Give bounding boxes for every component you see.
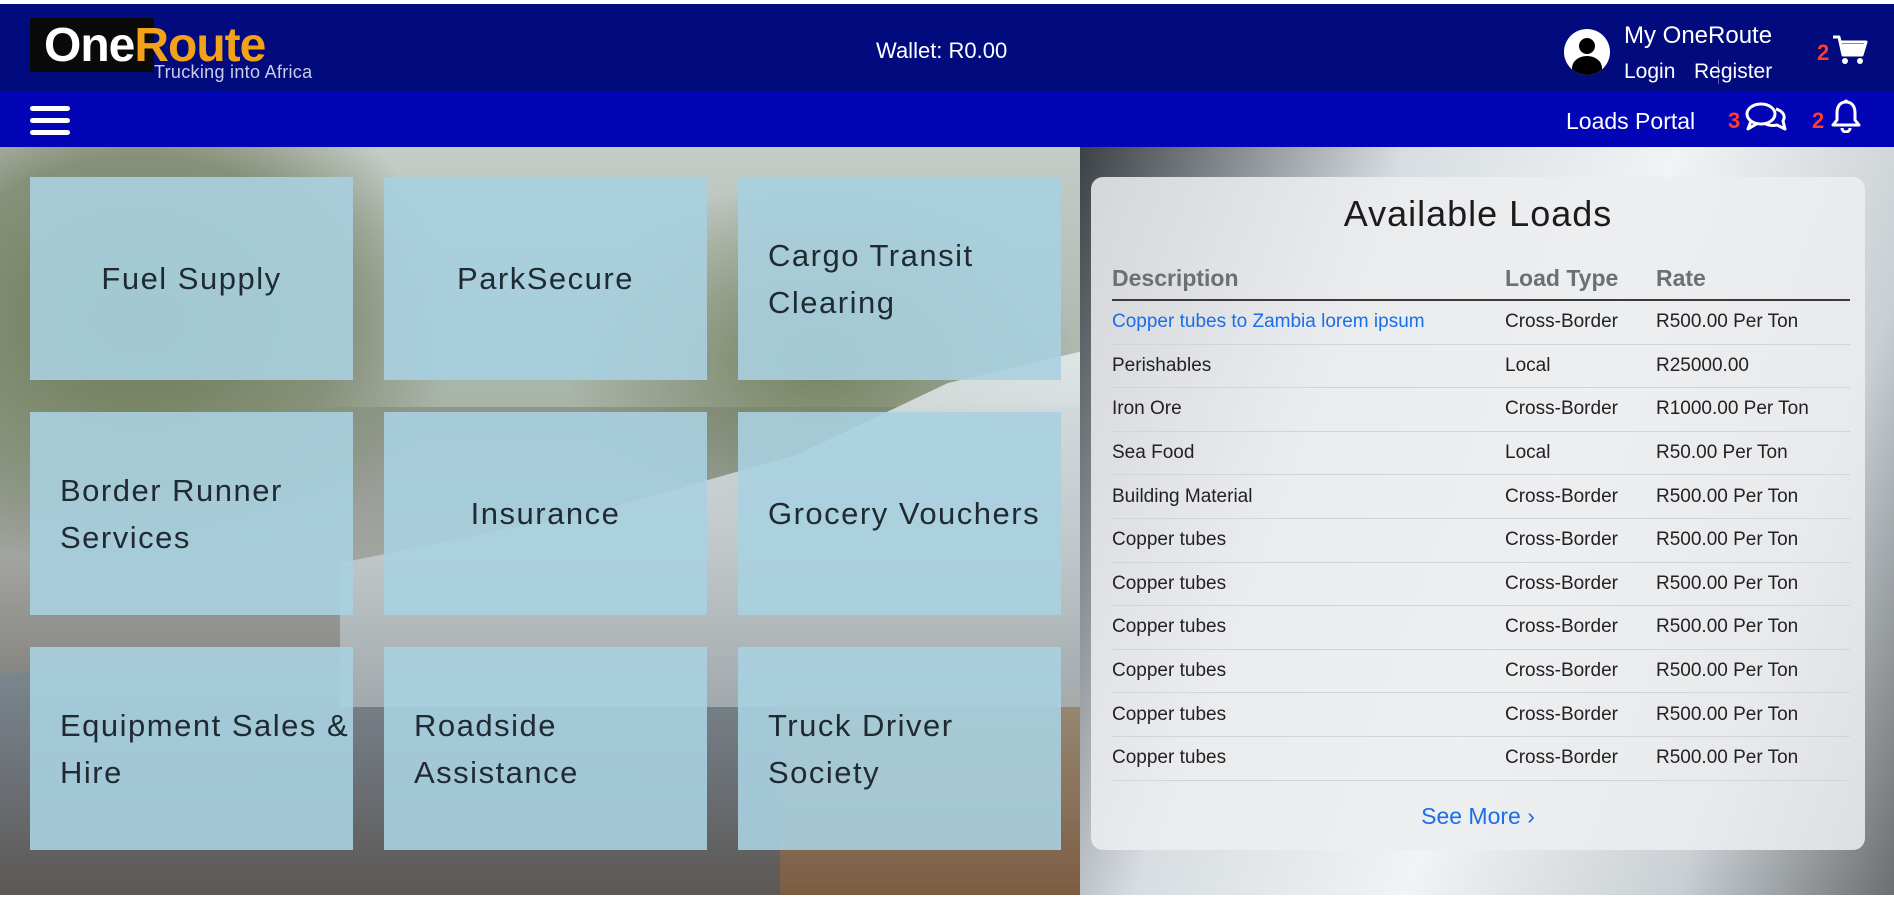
table-row[interactable]: Copper tubes Cross-Border R500.00 Per To… [1112, 736, 1850, 781]
notifications-count-badge: 2 [1812, 108, 1825, 133]
load-rate-cell: R50.00 Per Ton [1656, 431, 1850, 476]
column-header-description: Description [1112, 257, 1505, 301]
load-type-cell: Cross-Border [1505, 300, 1656, 345]
load-rate-cell: R500.00 Per Ton [1656, 474, 1850, 519]
table-row[interactable]: Building Material Cross-Border R500.00 P… [1112, 474, 1850, 519]
load-type-cell: Cross-Border [1505, 605, 1656, 650]
tile-insurance[interactable]: Insurance [384, 412, 707, 615]
load-rate-cell: R500.00 Per Ton [1656, 562, 1850, 607]
load-description-cell: Building Material [1112, 474, 1505, 519]
table-row[interactable]: Copper tubes Cross-Border R500.00 Per To… [1112, 649, 1850, 694]
load-rate-cell: R500.00 Per Ton [1656, 605, 1850, 650]
table-row[interactable]: Perishables Local R25000.00 [1112, 344, 1850, 389]
load-description-cell: Copper tubes [1112, 692, 1505, 737]
load-description-cell[interactable]: Copper tubes to Zambia lorem ipsum [1112, 300, 1505, 345]
load-type-cell: Cross-Border [1505, 736, 1656, 781]
available-loads-title: Available Loads [1343, 193, 1613, 234]
load-description-cell: Copper tubes [1112, 605, 1505, 650]
load-rate-cell: R500.00 Per Ton [1656, 300, 1850, 345]
bell-icon[interactable] [1831, 99, 1861, 133]
tile-parksecure[interactable]: ParkSecure [384, 177, 707, 380]
table-row[interactable]: Sea Food Local R50.00 Per Ton [1112, 431, 1850, 476]
my-oneroute-link[interactable]: My OneRoute [1624, 22, 1772, 50]
tile-fuel-supply[interactable]: Fuel Supply [30, 177, 353, 380]
table-row[interactable]: Copper tubes Cross-Border R500.00 Per To… [1112, 562, 1850, 607]
load-description-cell: Iron Ore [1112, 387, 1505, 432]
load-type-cell: Cross-Border [1505, 692, 1656, 737]
load-rate-cell: R500.00 Per Ton [1656, 518, 1850, 563]
load-description-cell: Copper tubes [1112, 562, 1505, 607]
nav-bar: Loads Portal 3 2 [0, 92, 1894, 147]
load-description-cell: Copper tubes [1112, 518, 1505, 563]
logo-one-text: One [44, 19, 135, 72]
tile-cargo-transit-clearing[interactable]: Cargo Transit Clearing [738, 177, 1061, 380]
chat-icon[interactable] [1745, 100, 1787, 136]
oneroute-logo[interactable]: OneRoute Trucking into Africa [30, 18, 330, 82]
wallet-balance: Wallet: R0.00 [876, 38, 1008, 63]
column-header-rate: Rate [1656, 257, 1850, 301]
tile-truck-driver-society[interactable]: Truck Driver Society [738, 647, 1061, 850]
loads-table: Description Load Type Rate Copper tubes … [1112, 257, 1850, 781]
table-row[interactable]: Copper tubes Cross-Border R500.00 Per To… [1112, 692, 1850, 737]
cart-count-badge: 2 [1817, 40, 1830, 65]
tile-roadside-assistance[interactable]: Roadside Assistance [384, 647, 707, 850]
load-type-cell: Cross-Border [1505, 562, 1656, 607]
logo-tagline: Trucking into Africa [154, 62, 313, 82]
see-more-link[interactable]: See More › [1091, 803, 1865, 830]
available-loads-card: Available Loads Description Load Type Ra… [1091, 177, 1865, 850]
table-row[interactable]: Copper tubes to Zambia lorem ipsum Cross… [1112, 300, 1850, 345]
login-link[interactable]: Login [1624, 60, 1675, 84]
load-type-cell: Cross-Border [1505, 387, 1656, 432]
column-header-load-type: Load Type [1505, 257, 1656, 301]
menu-icon[interactable] [30, 100, 70, 140]
load-rate-cell: R25000.00 [1656, 344, 1850, 389]
load-rate-cell: R500.00 Per Ton [1656, 649, 1850, 694]
table-row[interactable]: Iron Ore Cross-Border R1000.00 Per Ton [1112, 387, 1850, 432]
load-description-cell: Copper tubes [1112, 736, 1505, 781]
load-description-cell: Copper tubes [1112, 649, 1505, 694]
loads-table-header-row: Description Load Type Rate [1112, 257, 1850, 301]
load-type-cell: Cross-Border [1505, 518, 1656, 563]
load-rate-cell: R500.00 Per Ton [1656, 692, 1850, 737]
tile-grocery-vouchers[interactable]: Grocery Vouchers [738, 412, 1061, 615]
load-description-link[interactable]: Copper tubes to Zambia lorem ipsum [1112, 311, 1425, 332]
table-row[interactable]: Copper tubes Cross-Border R500.00 Per To… [1112, 605, 1850, 650]
load-type-cell: Local [1505, 431, 1656, 476]
register-link[interactable]: Register [1694, 60, 1772, 84]
load-rate-cell: R500.00 Per Ton [1656, 736, 1850, 781]
messages-count-badge: 3 [1728, 108, 1741, 133]
load-type-cell: Local [1505, 344, 1656, 389]
load-description-cell: Sea Food [1112, 431, 1505, 476]
load-type-cell: Cross-Border [1505, 474, 1656, 519]
load-type-cell: Cross-Border [1505, 649, 1656, 694]
user-avatar-icon[interactable] [1564, 29, 1610, 75]
table-row[interactable]: Copper tubes Cross-Border R500.00 Per To… [1112, 518, 1850, 563]
load-rate-cell: R1000.00 Per Ton [1656, 387, 1850, 432]
tile-equipment-sales-hire[interactable]: Equipment Sales & Hire [30, 647, 353, 850]
cart-icon[interactable] [1832, 34, 1868, 66]
load-description-cell: Perishables [1112, 344, 1505, 389]
loads-portal-link[interactable]: Loads Portal [1566, 108, 1695, 135]
tile-border-runner-services[interactable]: Border Runner Services [30, 412, 353, 615]
top-header: OneRoute Trucking into Africa Wallet: R0… [0, 4, 1894, 92]
